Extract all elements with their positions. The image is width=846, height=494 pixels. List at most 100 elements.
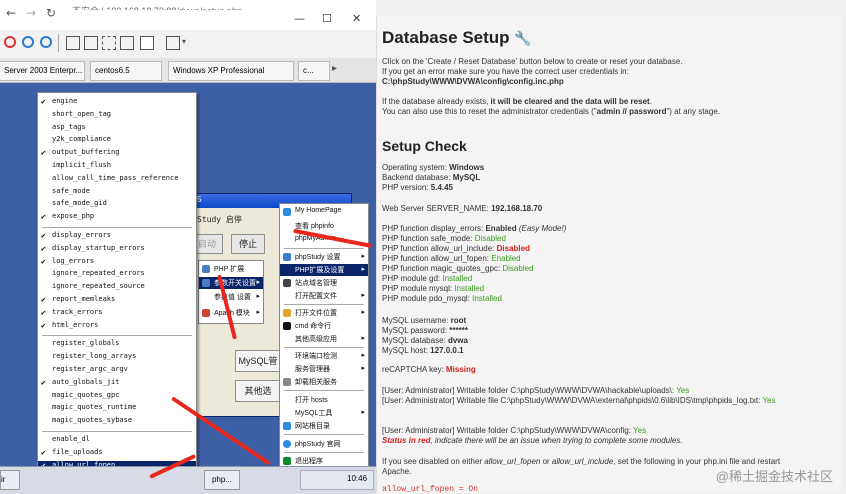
menu-open-hosts[interactable]: 打开 hosts bbox=[280, 394, 368, 406]
menu-item-safe-mode[interactable]: safe_mode bbox=[38, 187, 196, 199]
menu-item-magic-quotes-runtime[interactable]: magic_quotes_runtime bbox=[38, 403, 196, 415]
address-bar[interactable]: 不安全 | 192.168.18.70:88/dvwa/setup.php bbox=[72, 4, 242, 10]
disabled-note-line: If you see disabled on either allow_url_… bbox=[382, 457, 781, 466]
menu-item-allow-call-time-pass-reference[interactable]: allow_call_time_pass_reference bbox=[38, 174, 196, 186]
menu-cmd[interactable]: cmd 命令行 bbox=[280, 320, 368, 332]
menu-separator bbox=[284, 434, 364, 435]
menu-port-check[interactable]: 环境端口检测 ▸ bbox=[280, 350, 368, 362]
other-options-button[interactable]: 其他选 bbox=[235, 380, 281, 402]
db-line: Backend database: MySQL bbox=[382, 173, 481, 182]
menu-php-ext-settings[interactable]: PHP扩展及设置 ▸ bbox=[280, 264, 368, 276]
mysql-password-line: MySQL password: ****** bbox=[382, 326, 468, 335]
php-ini-code: allow_url_fopen = On bbox=[382, 485, 479, 493]
menu-item-display-startup-errors[interactable]: ✔ display_startup_errors bbox=[38, 244, 196, 256]
menu-item-track-errors[interactable]: ✔ track_errors bbox=[38, 308, 196, 320]
check-icon: ✔ bbox=[41, 231, 46, 240]
menu-item-log-errors[interactable]: ✔ log_errors bbox=[38, 257, 196, 269]
menu-item-register-globals[interactable]: register_globals bbox=[38, 339, 196, 351]
setup-check-title: Setup Check bbox=[382, 138, 467, 154]
menu-item-auto-globals-jit[interactable]: ✔ auto_globals_jit bbox=[38, 378, 196, 390]
menu-item-register-long-arrays[interactable]: register_long_arrays bbox=[38, 352, 196, 364]
menu-param-value-settings[interactable]: 参数值 设置 ▸ bbox=[199, 291, 263, 303]
menu-item-file-uploads[interactable]: ✔ file_uploads bbox=[38, 448, 196, 460]
taskbar-item-php[interactable]: php... bbox=[204, 470, 240, 490]
php-icon bbox=[202, 265, 210, 273]
mysql-database-line: MySQL database: dvwa bbox=[382, 336, 468, 345]
menu-separator bbox=[284, 347, 364, 348]
mysql-username-line: MySQL username: root bbox=[382, 316, 467, 325]
menu-open-config[interactable]: 打开配置文件 ▸ bbox=[280, 290, 368, 302]
menu-item-expose-php[interactable]: ✔ expose_php bbox=[38, 212, 196, 224]
close-button[interactable]: ✕ bbox=[352, 12, 361, 25]
menu-phpstudy-settings[interactable]: phpStudy 设置 ▸ bbox=[280, 251, 368, 263]
menu-uninstall-services[interactable]: 卸载相关服务 bbox=[280, 376, 368, 388]
folder-icon bbox=[283, 309, 291, 317]
menu-item-engine[interactable]: ✔ engine bbox=[38, 97, 196, 109]
menu-site-domain[interactable]: 站点域名管理 bbox=[280, 277, 368, 289]
check-icon: ✔ bbox=[41, 307, 46, 317]
system-tray: 10:46 bbox=[300, 470, 374, 490]
tab-windows-xp[interactable]: Windows XP Professional bbox=[168, 61, 294, 81]
mysql-manager-button[interactable]: MySQL管 bbox=[235, 350, 281, 372]
writable-phpids-line: [User: Administrator] Writable file C:\p… bbox=[382, 396, 776, 405]
menu-item-enable-dl[interactable]: enable_dl bbox=[38, 435, 196, 447]
reload-icon[interactable]: ↻ bbox=[46, 6, 56, 20]
tab-centos[interactable]: centos6.5 bbox=[90, 61, 162, 81]
exit-icon bbox=[283, 457, 291, 465]
power-icon[interactable] bbox=[4, 36, 16, 48]
stop-button[interactable]: 停止 bbox=[231, 234, 265, 254]
terminal-icon bbox=[283, 322, 291, 330]
menu-item-ignore-repeated-source[interactable]: ignore_repeated_source bbox=[38, 282, 196, 294]
taskbar-item-start[interactable]: ir bbox=[0, 470, 20, 490]
menu-web-root[interactable]: 网站根目录 bbox=[280, 420, 368, 432]
site-icon bbox=[283, 279, 291, 287]
menu-item-safe-mode-gid[interactable]: safe_mode_gid bbox=[38, 199, 196, 211]
vm-toolbar: ▾ bbox=[0, 30, 376, 59]
mysql-host-line: MySQL host: 127.0.0.1 bbox=[382, 346, 464, 355]
page-title: Database Setup 🔧 bbox=[382, 28, 532, 47]
menu-item-ignore-repeated-errors[interactable]: ignore_repeated_errors bbox=[38, 269, 196, 281]
menu-official-site[interactable]: phpStudy 官网 bbox=[280, 438, 368, 450]
disabled-note-line-2: Apache. bbox=[382, 467, 412, 476]
stretch-icon[interactable] bbox=[166, 36, 180, 50]
unity-icon[interactable] bbox=[120, 36, 134, 50]
display-errors-line: PHP function display_errors: Enabled (Ea… bbox=[382, 224, 567, 233]
minimize-button[interactable]: — bbox=[294, 12, 305, 25]
maximize-button[interactable]: ☐ bbox=[322, 12, 332, 25]
revert-icon[interactable] bbox=[40, 36, 52, 48]
menu-open-file-location[interactable]: 打开文件位置 ▸ bbox=[280, 307, 368, 319]
intro-line-2: If you get an error make sure you have t… bbox=[382, 67, 629, 76]
reset-line: You can also use this to reset the admin… bbox=[382, 107, 720, 116]
menu-mysql-tools[interactable]: MySQL工具 ▸ bbox=[280, 407, 368, 419]
vm-tabs: Server 2003 Enterpr... centos6.5 Windows… bbox=[0, 58, 376, 83]
param-switch-menu: ✔ engine short_open_tag asp_tags y2k_complia… bbox=[37, 92, 197, 487]
menu-item-y2k-compliance[interactable]: y2k_compliance bbox=[38, 135, 196, 147]
tab-scroll-right-icon[interactable]: ▸ bbox=[332, 63, 337, 74]
back-icon[interactable]: ← bbox=[6, 6, 16, 20]
module-mysql-line: PHP module mysql: Installed bbox=[382, 284, 485, 293]
snapshot-icon[interactable] bbox=[22, 36, 34, 48]
check-icon: ✔ bbox=[41, 447, 46, 457]
menu-item-implicit-flush[interactable]: implicit_flush bbox=[38, 161, 196, 173]
tab-other[interactable]: c... bbox=[298, 61, 330, 81]
menu-service-manager[interactable]: 服务管理器 ▸ bbox=[280, 363, 368, 375]
tab-server-2003[interactable]: Server 2003 Enterpr... bbox=[0, 61, 85, 81]
view-normal-icon[interactable] bbox=[66, 36, 80, 50]
menu-item-magic-quotes-sybase[interactable]: magic_quotes_sybase bbox=[38, 416, 196, 428]
menu-advanced[interactable]: 其他高级应用 ▸ bbox=[280, 333, 368, 345]
menu-item-output-buffering[interactable]: ✔ output_buffering bbox=[38, 148, 196, 160]
menu-homepage[interactable]: My HomePage bbox=[280, 206, 368, 218]
menu-item-html-errors[interactable]: ✔ html_errors bbox=[38, 321, 196, 333]
menu-php-extensions[interactable]: PHP 扩展 bbox=[199, 263, 263, 275]
fullscreen-icon[interactable] bbox=[102, 36, 116, 50]
view-split-icon[interactable] bbox=[84, 36, 98, 50]
menu-item-short-open-tag[interactable]: short_open_tag bbox=[38, 110, 196, 122]
menu-item-report-memleaks[interactable]: ✔ report_memleaks bbox=[38, 295, 196, 307]
menu-item-asp-tags[interactable]: asp_tags bbox=[38, 123, 196, 135]
chevron-down-icon[interactable]: ▾ bbox=[182, 37, 186, 46]
menu-item-display-errors[interactable]: ✔ display_errors bbox=[38, 231, 196, 243]
menu-param-switch-settings[interactable]: 参数开关设置 ▸ bbox=[199, 277, 263, 289]
console-icon[interactable] bbox=[140, 36, 154, 50]
forward-icon[interactable]: → bbox=[26, 6, 36, 20]
menu-item-register-argc-argv[interactable]: register_argc_argv bbox=[38, 365, 196, 377]
